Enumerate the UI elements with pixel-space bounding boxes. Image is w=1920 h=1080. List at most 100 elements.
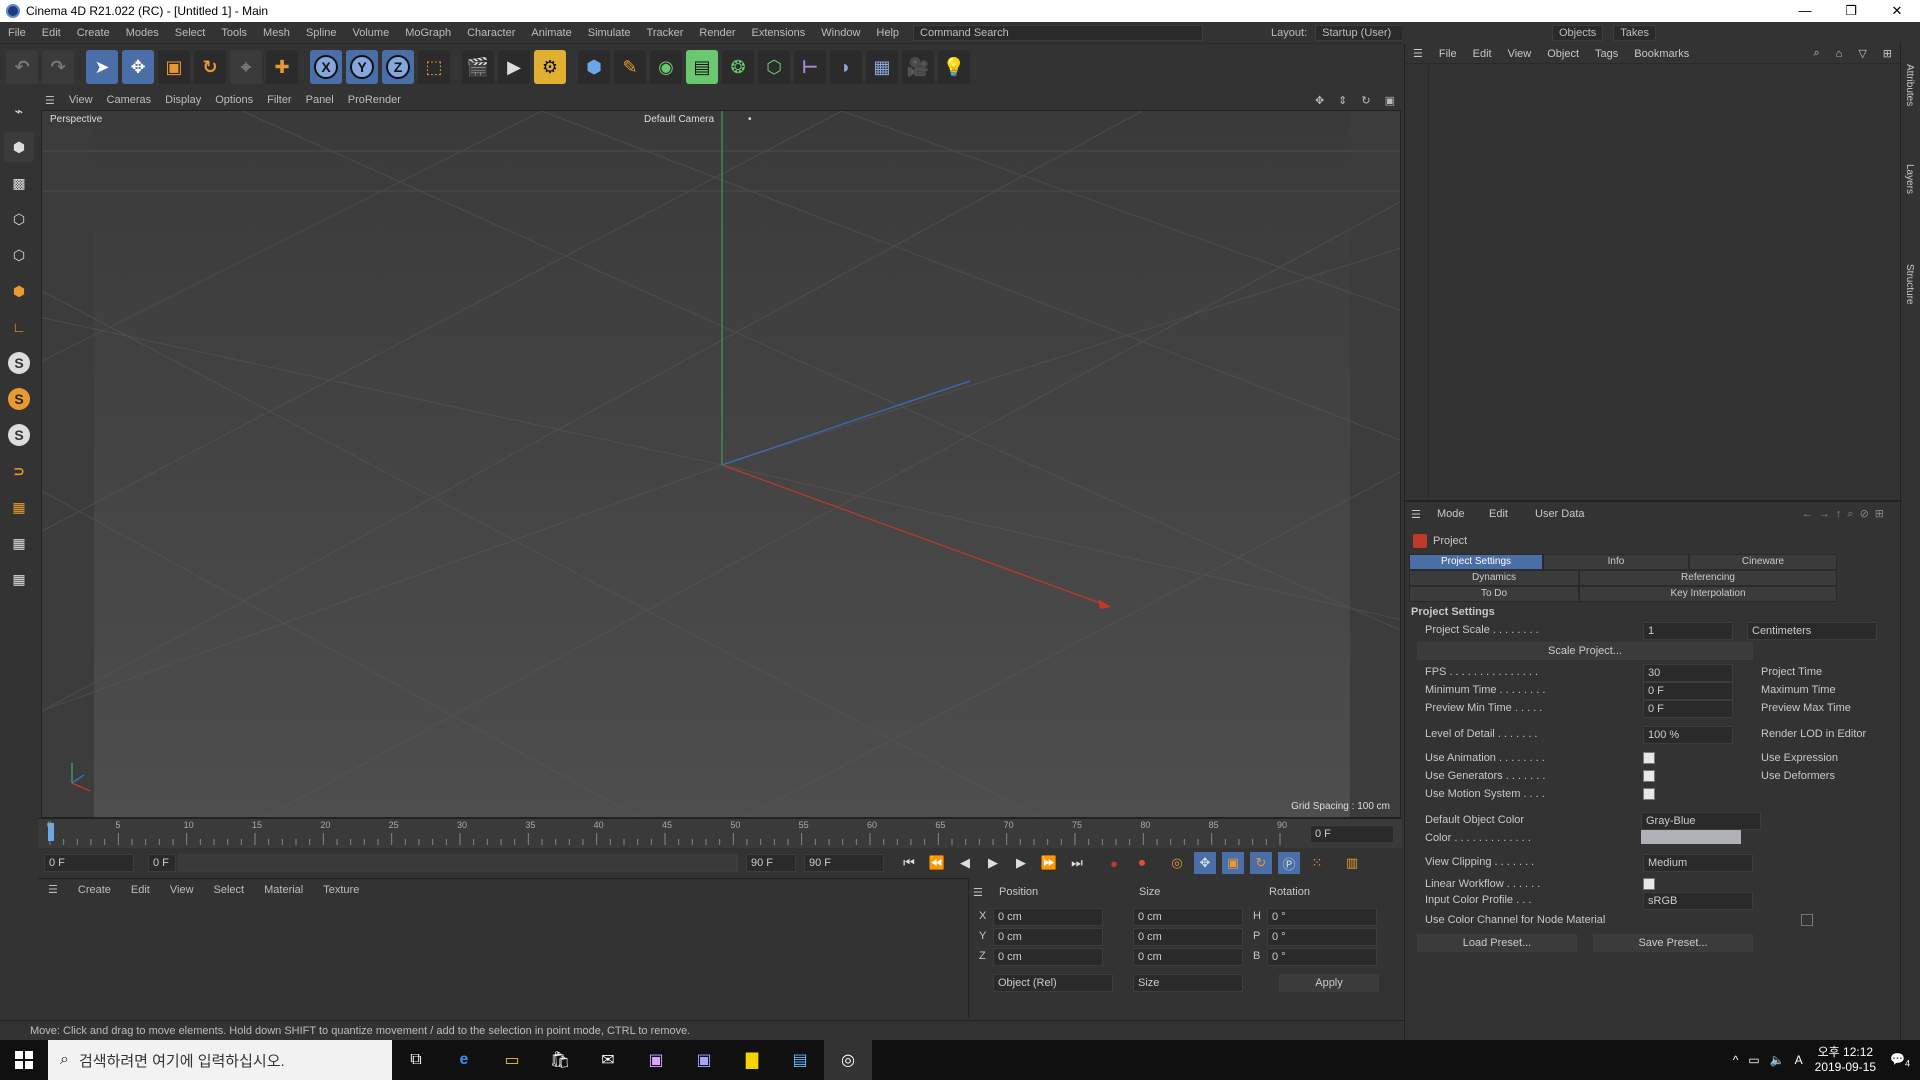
record-keys-icon[interactable]: ● (1103, 852, 1125, 874)
obj-menu-file[interactable]: File (1431, 48, 1465, 60)
search-icon[interactable]: ⌕ (1805, 47, 1827, 60)
rotation-b-field[interactable]: 0 ° (1267, 948, 1377, 966)
hamburger-icon[interactable]: ☰ (1405, 47, 1431, 60)
edge-icon[interactable]: e (440, 1040, 488, 1080)
notification-icon[interactable]: 💬4 (1890, 1052, 1910, 1068)
windows-start-icon[interactable] (0, 1040, 48, 1080)
record-rotation-icon[interactable]: ↻ (1250, 852, 1272, 874)
rotation-p-field[interactable]: 0 ° (1267, 928, 1377, 946)
planar-workplane-icon[interactable]: ▦ (4, 564, 34, 594)
cube-icon[interactable]: ⬢ (578, 50, 610, 84)
menu-character[interactable]: Character (459, 27, 523, 39)
timeline-ruler[interactable]: 0 5 10 15 20 25 30 35 40 45 50 55 60 65 70 75 80 85 90 0 F (38, 818, 1402, 848)
new-window-icon[interactable]: ⊞ (1875, 47, 1900, 60)
restore-button[interactable]: ❐ (1828, 0, 1874, 22)
create-icon[interactable]: ✚ (266, 50, 298, 84)
position-y-field[interactable]: 0 cm (993, 928, 1103, 946)
size-x-field[interactable]: 0 cm (1133, 908, 1243, 926)
vp-menu-display[interactable]: Display (158, 94, 208, 106)
attr-menu-edit[interactable]: Edit (1489, 508, 1508, 520)
clock[interactable]: 오후 12:12 2019-09-15 (1815, 1045, 1876, 1075)
project-scale-unit[interactable]: Centimeters (1747, 622, 1877, 640)
menu-file[interactable]: File (0, 27, 34, 39)
mat-menu-material[interactable]: Material (254, 884, 313, 896)
min-time-field[interactable]: 0 F (1643, 682, 1733, 700)
hamburger-icon[interactable]: ☰ (38, 94, 62, 107)
obj-menu-object[interactable]: Object (1539, 48, 1587, 60)
menu-volume[interactable]: Volume (345, 27, 398, 39)
task-view-icon[interactable]: ⧉ (392, 1040, 440, 1080)
vp-zoom-icon[interactable]: ⇕ (1331, 94, 1354, 107)
cloner-icon[interactable]: ❂ (722, 50, 754, 84)
scale-icon[interactable]: ▣ (158, 50, 190, 84)
current-frame-field[interactable]: 0 F (44, 854, 134, 872)
objects-tab[interactable]: Objects (1552, 25, 1604, 41)
x-axis-icon[interactable]: X (310, 50, 342, 84)
rotate-icon[interactable]: ↻ (194, 50, 226, 84)
side-tab-layers[interactable]: Layers (1904, 164, 1915, 194)
vp-menu-panel[interactable]: Panel (299, 94, 341, 106)
render-settings-icon[interactable]: ⚙ (534, 50, 566, 84)
rotation-h-field[interactable]: 0 ° (1267, 908, 1377, 926)
view-clipping-select[interactable]: Medium (1643, 854, 1753, 872)
default-color-select[interactable]: Gray-Blue (1641, 812, 1761, 830)
next-key-icon[interactable]: ⏩ (1038, 852, 1060, 874)
node-material-checkbox[interactable] (1801, 914, 1813, 926)
obj-menu-tags[interactable]: Tags (1587, 48, 1626, 60)
vp-move-icon[interactable]: ✥ (1308, 94, 1331, 107)
mat-menu-texture[interactable]: Texture (313, 884, 369, 896)
obj-menu-bookmarks[interactable]: Bookmarks (1626, 48, 1697, 60)
record-position-icon[interactable]: ✥ (1194, 852, 1216, 874)
menu-create[interactable]: Create (69, 27, 118, 39)
mat-menu-create[interactable]: Create (68, 884, 121, 896)
pen-icon[interactable]: ✎ (614, 50, 646, 84)
snap-settings-icon[interactable]: S (4, 384, 34, 414)
save-preset-button[interactable]: Save Preset... (1593, 934, 1753, 952)
side-tab-attributes[interactable]: Attributes (1904, 64, 1915, 106)
range-slider[interactable] (178, 854, 738, 872)
explorer-icon[interactable]: ▭ (488, 1040, 536, 1080)
make-editable-icon[interactable]: ⌁ (4, 96, 34, 126)
redo-icon[interactable]: ↷ (42, 50, 74, 84)
deformer-icon[interactable]: ⊢ (794, 50, 826, 84)
vp-menu-view[interactable]: View (62, 94, 100, 106)
linear-workflow-checkbox[interactable] (1643, 878, 1655, 890)
network-icon[interactable]: ▭ (1748, 1053, 1759, 1067)
size-z-field[interactable]: 0 cm (1133, 948, 1243, 966)
menu-edit[interactable]: Edit (34, 27, 69, 39)
store-icon[interactable]: 🛍 (536, 1040, 584, 1080)
render-icon[interactable]: ▶ (498, 50, 530, 84)
menu-mograph[interactable]: MoGraph (397, 27, 459, 39)
timeline-end-field[interactable]: 0 F (1310, 825, 1394, 843)
size-y-field[interactable]: 0 cm (1133, 928, 1243, 946)
prev-frame-icon[interactable]: ◀ (954, 852, 976, 874)
vp-menu-options[interactable]: Options (208, 94, 260, 106)
menu-help[interactable]: Help (868, 27, 907, 39)
vp-rotate-icon[interactable]: ↻ (1354, 94, 1377, 107)
lod-field[interactable]: 100 % (1643, 726, 1733, 744)
snap-3d-icon[interactable]: S (4, 420, 34, 450)
viewport[interactable]: Perspective Default Camera • Grid Spacin… (41, 110, 1401, 818)
attr-nav-icons[interactable]: ←→↑⌕⊘⊞ (1802, 507, 1890, 521)
vp-menu-filter[interactable]: Filter (260, 94, 298, 106)
taskbar-search[interactable]: ⌕ 검색하려면 여기에 입력하십시오. (48, 1040, 392, 1080)
obj-menu-edit[interactable]: Edit (1465, 48, 1500, 60)
size-mode-select[interactable]: Size (1133, 974, 1243, 992)
volume-icon[interactable]: 🔈 (1770, 1053, 1785, 1067)
aftereffects-icon[interactable]: ▣ (680, 1040, 728, 1080)
hamburger-icon[interactable]: ☰ (1411, 508, 1421, 521)
mail-icon[interactable]: ✉ (584, 1040, 632, 1080)
tab-todo[interactable]: To Do (1409, 586, 1579, 602)
goto-end-icon[interactable]: ⏭ (1066, 852, 1088, 874)
tab-cineware[interactable]: Cineware (1689, 554, 1837, 570)
prev-key-icon[interactable]: ⏪ (926, 852, 948, 874)
project-scale-field[interactable]: 1 (1643, 622, 1733, 640)
viewport-name[interactable]: Perspective (46, 113, 107, 126)
light-icon[interactable]: 💡 (938, 50, 970, 84)
load-preset-button[interactable]: Load Preset... (1417, 934, 1577, 952)
menu-spline[interactable]: Spline (298, 27, 345, 39)
menu-simulate[interactable]: Simulate (580, 27, 639, 39)
menu-mesh[interactable]: Mesh (255, 27, 298, 39)
max-frame-field[interactable]: 90 F (804, 854, 884, 872)
menu-window[interactable]: Window (813, 27, 868, 39)
